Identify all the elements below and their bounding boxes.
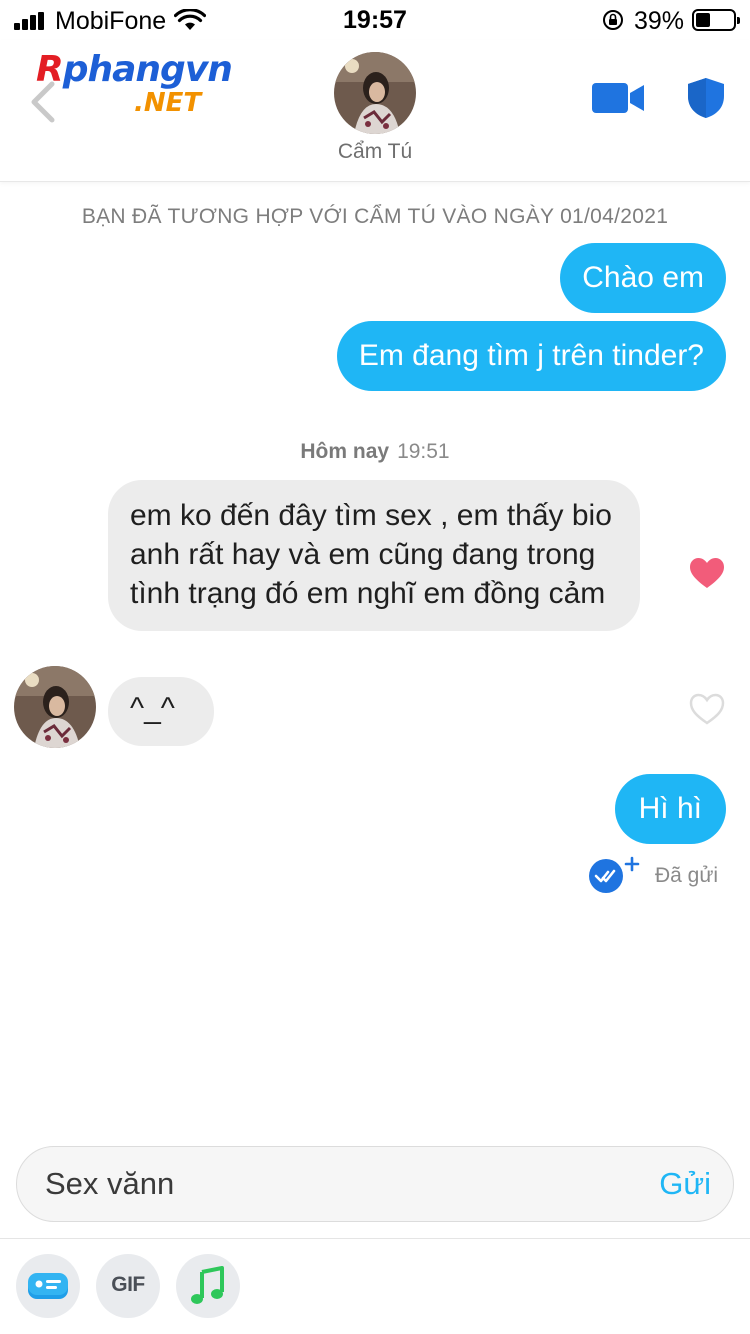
match-notice: BẠN ĐÃ TƯƠNG HỢP VỚI CẨM TÚ VÀO NGÀY 01/… xyxy=(81,205,669,228)
day-separator: Hôm nay 19:51 xyxy=(0,440,750,464)
sent-status: Đã gửi xyxy=(655,864,719,887)
message-input[interactable] xyxy=(45,1147,605,1220)
gif-button[interactable]: GIF xyxy=(96,1254,160,1318)
toolbar-divider xyxy=(0,1238,750,1239)
sticker-button[interactable] xyxy=(16,1254,80,1318)
status-bar: MobiFone 19:57 39% xyxy=(0,0,750,40)
orientation-lock-icon xyxy=(603,10,623,30)
contact-name[interactable]: Cẩm Tú xyxy=(0,140,750,164)
outgoing-message[interactable]: Hì hì xyxy=(614,774,726,844)
incoming-message[interactable]: em ko đến đây tìm sex , em thấy bio anh … xyxy=(108,480,640,631)
heart-outline-icon[interactable] xyxy=(688,692,726,726)
video-call-icon[interactable] xyxy=(592,81,646,115)
message-composer: Gửi xyxy=(16,1146,734,1222)
music-button[interactable] xyxy=(176,1254,240,1318)
contact-avatar[interactable] xyxy=(334,52,416,134)
day-label: Hôm nay xyxy=(300,440,390,463)
battery-icon xyxy=(692,9,740,31)
outgoing-message[interactable]: Chào em xyxy=(560,243,726,313)
incoming-message[interactable]: ^_^ xyxy=(108,677,214,746)
chat-header: Rphangvn .NET Cẩm Tú xyxy=(0,40,750,182)
watermark-logo: Rphangvn .NET xyxy=(36,49,233,119)
battery-percent: 39% xyxy=(634,7,685,35)
safety-shield-icon[interactable] xyxy=(686,76,726,120)
outgoing-message[interactable]: Em đang tìm j trên tinder? xyxy=(336,321,726,391)
read-receipt-icon[interactable] xyxy=(588,856,640,896)
heart-liked-icon[interactable] xyxy=(688,556,726,590)
day-time: 19:51 xyxy=(397,440,450,463)
send-button[interactable]: Gửi xyxy=(659,1147,711,1220)
gif-icon: GIF xyxy=(111,1273,145,1296)
sticker-card-icon xyxy=(28,1273,68,1299)
music-note-icon xyxy=(191,1266,224,1304)
sender-avatar[interactable] xyxy=(14,666,96,748)
